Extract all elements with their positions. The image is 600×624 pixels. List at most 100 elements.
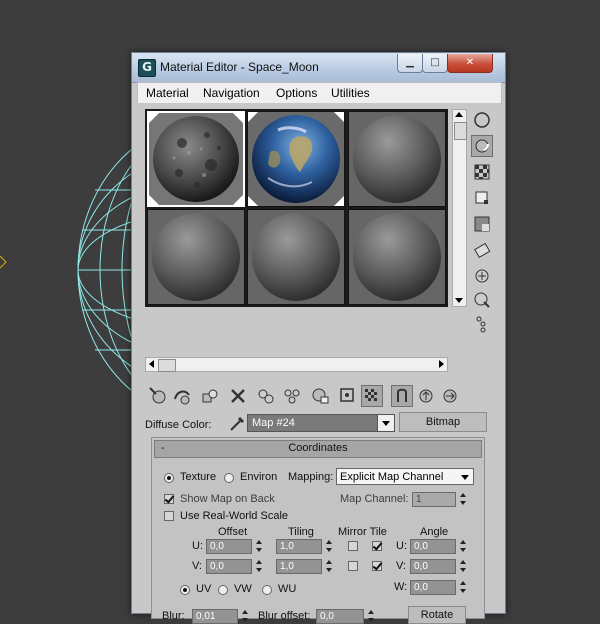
select-by-material-icon[interactable] [471, 289, 493, 311]
angle-u-field[interactable]: 0,0 [410, 539, 456, 554]
editor-body: Diffuse Color: Map #24 Bitmap - Coordina… [137, 103, 500, 624]
slots-horizontal-scrollbar[interactable] [145, 357, 448, 372]
sample-slot-6[interactable] [348, 209, 446, 305]
tiling-v-spinner[interactable] [324, 559, 334, 574]
map-name-dropdown[interactable]: Map #24 [247, 414, 395, 432]
tiling-v-field[interactable]: 1,0 [276, 559, 322, 574]
blur-offset-field[interactable]: 0,0 [316, 609, 364, 624]
blur-offset-spinner[interactable] [366, 609, 376, 624]
window-title: Material Editor - Space_Moon [160, 60, 319, 74]
environ-radio[interactable] [224, 473, 234, 483]
blur-offset-label: Blur offset: [258, 610, 311, 622]
sample-slot-5[interactable] [247, 209, 345, 305]
show-end-result-icon[interactable] [391, 385, 413, 407]
scroll-thumb[interactable] [454, 122, 467, 140]
main-toolbar [143, 383, 493, 409]
map-type-button[interactable]: Bitmap [399, 412, 487, 432]
go-forward-to-sibling-icon[interactable] [439, 385, 461, 407]
scroll-up-arrow-icon[interactable] [455, 112, 463, 117]
menu-options[interactable]: Options [276, 86, 317, 100]
map-channel-field[interactable]: 1 [412, 492, 456, 507]
mapping-value: Explicit Map Channel [340, 471, 444, 483]
uv-radio[interactable] [180, 585, 190, 595]
go-to-parent-icon[interactable] [415, 385, 437, 407]
video-color-check-icon[interactable] [471, 213, 493, 235]
wu-radio[interactable] [262, 585, 272, 595]
sample-slot-3[interactable] [348, 111, 446, 207]
scroll-right-arrow-icon[interactable] [439, 360, 444, 368]
backlight-icon[interactable] [471, 135, 493, 157]
assign-to-selection-icon[interactable] [199, 385, 221, 407]
map-channel-spinner[interactable] [458, 492, 468, 507]
coordinates-rollout-header[interactable]: - Coordinates [154, 440, 482, 458]
environ-label: Environ [240, 471, 278, 483]
maximize-button[interactable]: □ [422, 54, 448, 73]
map-channel-label: Map Channel: [340, 493, 409, 505]
material-id-channel-icon[interactable] [337, 385, 359, 407]
minimize-button[interactable]: ▁ [397, 54, 423, 73]
angle-header: Angle [420, 526, 449, 538]
get-material-icon[interactable] [147, 385, 169, 407]
uv-tiling-icon[interactable] [471, 187, 493, 209]
map-name-value: Map #24 [252, 417, 295, 429]
scroll-thumb[interactable] [158, 359, 176, 372]
sample-type-icon[interactable] [471, 109, 493, 131]
scroll-left-arrow-icon[interactable] [149, 360, 154, 368]
angle-w-field[interactable]: 0,0 [410, 580, 456, 595]
material-editor-window: G Material Editor - Space_Moon ▁ □ ✕ Mat… [131, 52, 506, 624]
coordinates-title: Coordinates [288, 442, 348, 454]
sample-slot-2[interactable] [247, 111, 345, 207]
tile-v-checkbox[interactable] [372, 561, 382, 571]
chevron-down-icon[interactable] [377, 415, 394, 431]
menu-navigation[interactable]: Navigation [203, 86, 260, 100]
mapping-select[interactable]: Explicit Map Channel [336, 468, 474, 485]
offset-v-spinner[interactable] [254, 559, 264, 574]
mirror-v-checkbox[interactable] [348, 561, 358, 571]
offset-u-field[interactable]: 0,0 [206, 539, 252, 554]
angle-u-spinner[interactable] [458, 539, 468, 554]
title-bar[interactable]: G Material Editor - Space_Moon ▁ □ ✕ [132, 53, 505, 83]
offset-u-label: U: [192, 540, 203, 552]
tiling-u-spinner[interactable] [324, 539, 334, 554]
gray-sphere [148, 210, 244, 304]
blur-spinner[interactable] [240, 609, 250, 624]
sample-slot-1[interactable] [147, 111, 245, 207]
show-map-on-back-checkbox[interactable] [164, 494, 174, 504]
vw-radio[interactable] [218, 585, 228, 595]
gray-sphere [349, 210, 445, 304]
app-icon: G [138, 59, 156, 77]
angle-w-label: W: [394, 581, 408, 593]
chevron-down-icon [461, 475, 469, 480]
mirror-u-checkbox[interactable] [348, 541, 358, 551]
reset-map-icon[interactable] [227, 385, 249, 407]
close-button[interactable]: ✕ [447, 54, 493, 73]
make-preview-icon[interactable] [471, 239, 493, 261]
angle-w-spinner[interactable] [458, 580, 468, 595]
offset-header: Offset [218, 526, 248, 538]
rotate-button[interactable]: Rotate [408, 606, 466, 624]
copy-material-icon[interactable] [255, 385, 277, 407]
menu-material[interactable]: Material [146, 86, 189, 100]
sample-slot-4[interactable] [147, 209, 245, 305]
put-to-scene-icon[interactable] [171, 385, 193, 407]
slots-vertical-scrollbar[interactable] [452, 109, 467, 307]
options-icon[interactable] [471, 265, 493, 287]
menu-utilities[interactable]: Utilities [331, 86, 370, 100]
make-unique-icon[interactable] [281, 385, 303, 407]
background-icon[interactable] [471, 161, 493, 183]
angle-v-spinner[interactable] [458, 559, 468, 574]
offset-u-spinner[interactable] [254, 539, 264, 554]
texture-radio[interactable] [164, 473, 174, 483]
scroll-down-arrow-icon[interactable] [455, 298, 463, 303]
show-map-in-viewport-icon[interactable] [361, 385, 383, 407]
put-to-library-icon[interactable] [309, 385, 331, 407]
mirror-tile-header: Mirror Tile [338, 526, 387, 538]
real-world-scale-checkbox[interactable] [164, 511, 174, 521]
tile-u-checkbox[interactable] [372, 541, 382, 551]
angle-v-field[interactable]: 0,0 [410, 559, 456, 574]
eyedropper-icon[interactable] [227, 413, 247, 433]
tiling-u-field[interactable]: 1,0 [276, 539, 322, 554]
material-map-navigator-icon[interactable] [471, 313, 493, 335]
blur-field[interactable]: 0,01 [192, 609, 238, 624]
offset-v-field[interactable]: 0,0 [206, 559, 252, 574]
